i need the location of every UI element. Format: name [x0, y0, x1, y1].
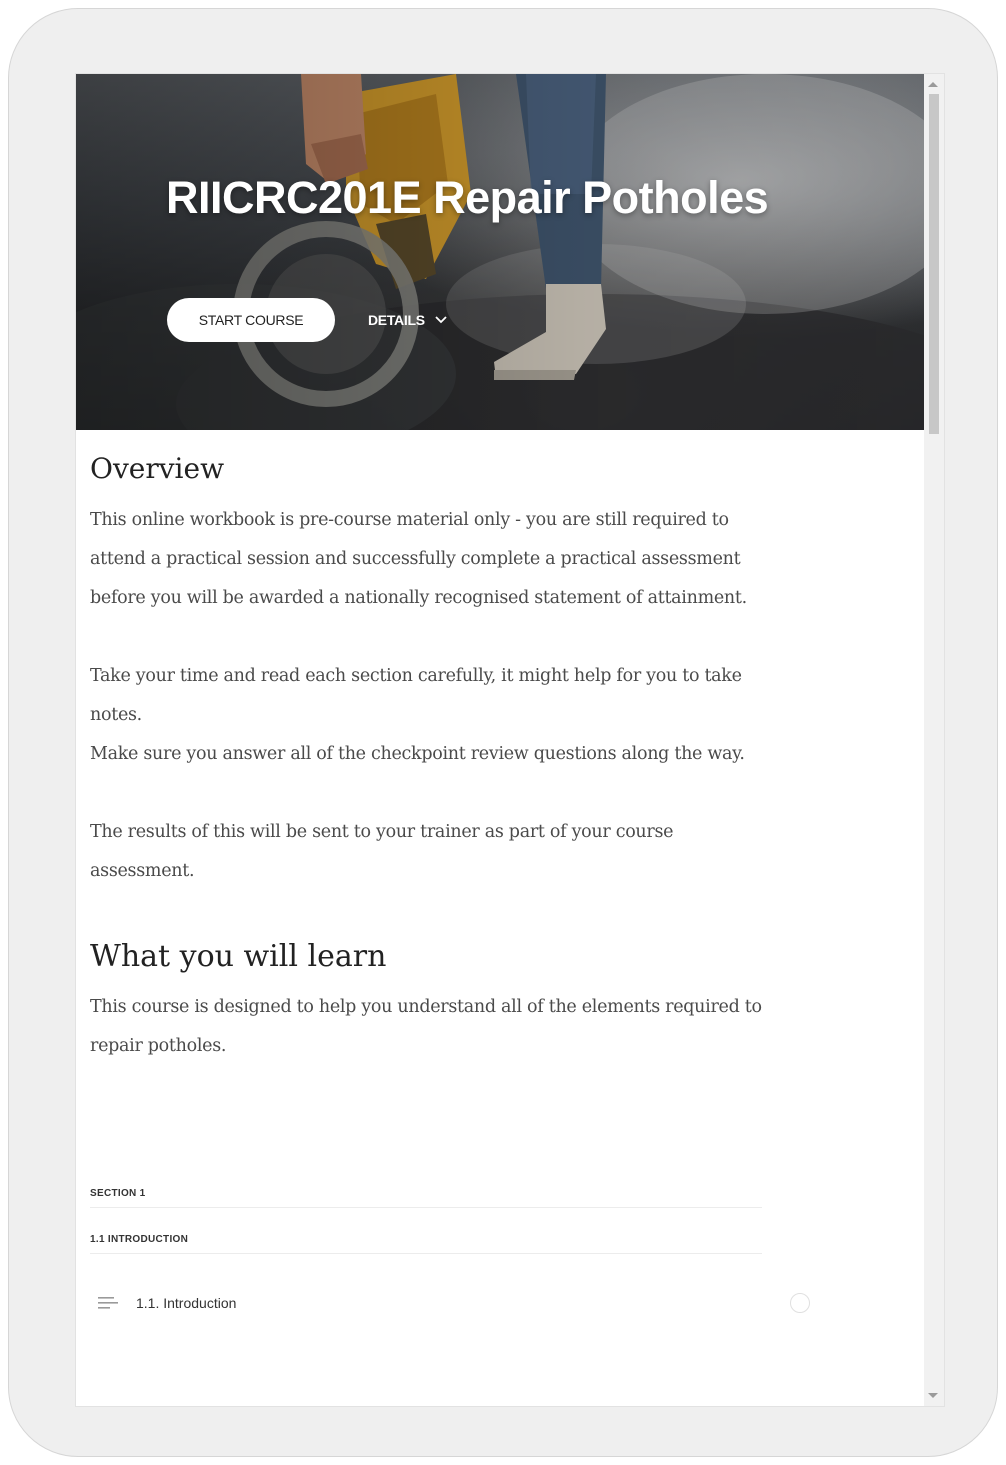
scroll-down-icon[interactable]: [928, 1393, 938, 1398]
start-course-button[interactable]: START COURSE: [167, 298, 335, 342]
text-lines-icon: [98, 1297, 118, 1309]
lesson-item[interactable]: 1.1. Introduction: [90, 1288, 810, 1318]
learn-heading: What you will learn: [90, 939, 387, 974]
lesson-label: 1.1. Introduction: [136, 1295, 237, 1311]
course-hero: RIICRC201E Repair Potholes START COURSE …: [76, 74, 924, 430]
scroll-thumb[interactable]: [929, 94, 939, 434]
chevron-down-icon: [435, 316, 447, 324]
overview-paragraph: This online workbook is pre-course mater…: [90, 510, 747, 608]
lesson-status-circle-icon: [790, 1293, 810, 1313]
course-title: RIICRC201E Repair Potholes: [166, 172, 769, 223]
section-header: SECTION 1: [90, 1188, 762, 1208]
hero-overlay: [76, 74, 924, 430]
overview-paragraph: Take your time and read each section car…: [90, 666, 742, 725]
learn-paragraph: This course is designed to help you unde…: [90, 997, 762, 1056]
details-toggle[interactable]: DETAILS: [368, 308, 447, 332]
scrollbar[interactable]: [924, 74, 944, 1406]
overview-paragraph: Make sure you answer all of the checkpoi…: [90, 744, 745, 764]
overview-paragraph: The results of this will be sent to your…: [90, 822, 674, 881]
scroll-up-icon[interactable]: [928, 82, 938, 87]
subsection-header: 1.1 INTRODUCTION: [90, 1234, 762, 1254]
details-label: DETAILS: [368, 312, 425, 328]
overview-heading: Overview: [90, 452, 225, 485]
